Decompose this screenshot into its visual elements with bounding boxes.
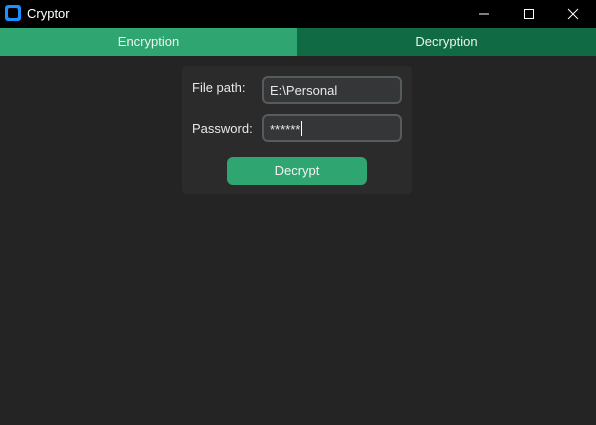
password-input[interactable]: ****** [262, 114, 402, 142]
title-bar[interactable]: Cryptor [0, 0, 596, 28]
tab-bar: Encryption Decryption [0, 28, 596, 56]
minimize-button[interactable] [461, 0, 507, 28]
close-button[interactable] [550, 0, 596, 28]
tab-encryption[interactable]: Encryption [0, 28, 297, 56]
close-icon [567, 8, 579, 20]
decrypt-button[interactable]: Decrypt [227, 157, 367, 185]
tab-decryption[interactable]: Decryption [297, 28, 596, 56]
text-caret [301, 121, 303, 136]
maximize-icon [524, 9, 534, 19]
window-title: Cryptor [27, 6, 70, 21]
password-value: ****** [270, 122, 301, 137]
decryption-panel: File path: E:\Personal Password: ****** … [182, 66, 412, 194]
minimize-icon [479, 13, 489, 15]
file-path-input[interactable]: E:\Personal [262, 76, 402, 104]
file-path-value: E:\Personal [270, 83, 338, 98]
app-icon [5, 5, 21, 21]
maximize-button[interactable] [506, 0, 552, 28]
file-path-label: File path: [192, 80, 246, 95]
password-label: Password: [192, 121, 253, 136]
